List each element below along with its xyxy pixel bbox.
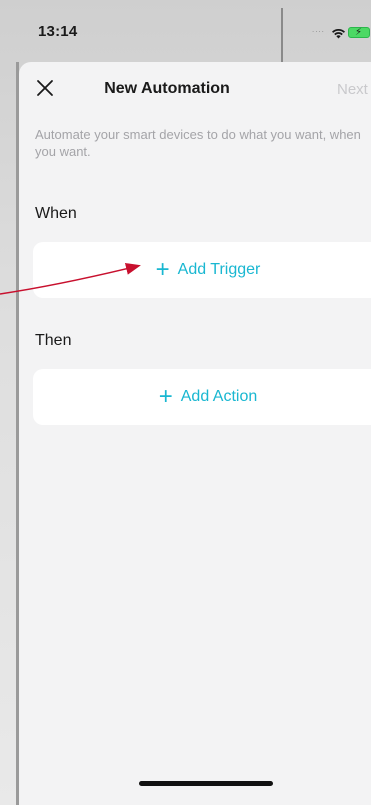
then-section-label: Then [35,332,72,349]
description-text: Automate your smart devices to do what y… [35,127,361,159]
status-time: 13:14 [38,23,78,40]
next-button[interactable]: Next [337,81,368,98]
navigation-bar: New Automation Next [19,62,371,118]
wifi-icon [331,26,346,44]
home-indicator [139,781,273,786]
add-action-label: Add Action [180,388,258,405]
when-section-label: When [35,205,77,222]
plus-icon: + [158,383,173,410]
battery-charging-icon: ⚡ [348,27,370,38]
add-trigger-label: Add Trigger [177,261,261,278]
add-trigger-button[interactable]: + Add Trigger [33,242,371,298]
status-bar: 13:14 .... ⚡ [0,0,371,62]
signal-dots: .... [312,25,325,34]
new-automation-sheet: New Automation Next Automate your smart … [19,62,371,805]
add-action-button[interactable]: + Add Action [33,369,371,425]
plus-icon: + [155,256,170,283]
screen: 13:14 .... ⚡ New Automation Next Automat [0,0,371,805]
page-title: New Automation [104,80,230,97]
